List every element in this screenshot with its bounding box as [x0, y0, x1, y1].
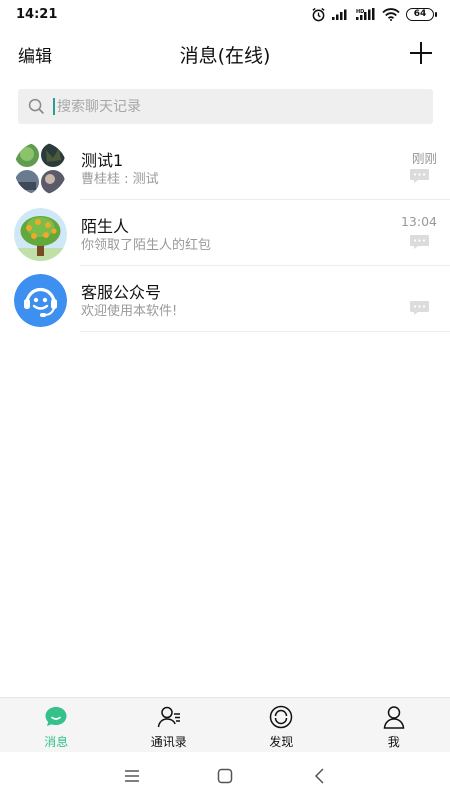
group-photo-avatar [14, 142, 67, 195]
edit-button[interactable]: 编辑 [18, 42, 52, 67]
conversation-preview: 曹桂桂 : 测试 [81, 172, 159, 187]
battery-icon: 64 [406, 7, 437, 21]
tree-avatar [14, 208, 67, 261]
signal-icon [332, 9, 347, 20]
conversation-row[interactable]: 客服公众号 欢迎使用本软件! [0, 266, 450, 332]
contacts-icon [157, 706, 180, 728]
conversation-row[interactable]: 测试1 曹桂桂 : 测试 刚刚 [0, 134, 450, 200]
chat-bubble-icon [45, 707, 67, 726]
conversation-row[interactable]: 陌生人 你领取了陌生人的红包 13:04 [0, 200, 450, 266]
tab-label: 我 [387, 735, 400, 749]
system-nav-bar [0, 752, 450, 800]
search-icon [28, 98, 44, 114]
message-bubble-icon [410, 235, 429, 249]
page-header: 编辑 消息(在线) [0, 28, 450, 80]
row-divider [80, 331, 450, 332]
bottom-tab-bar: 消息 通讯录 发现 我 [0, 697, 450, 752]
status-time: 14:21 [16, 6, 58, 22]
back-icon[interactable] [310, 766, 330, 786]
tab-messages[interactable]: 消息 [0, 698, 113, 752]
signal-hd-icon: HD [356, 8, 375, 20]
status-icons: HD 64 [311, 7, 437, 22]
menu-icon[interactable] [122, 766, 142, 786]
search-bar[interactable] [18, 89, 433, 124]
home-icon[interactable] [215, 766, 235, 786]
headset-avatar [14, 274, 67, 327]
message-bubble-icon [410, 301, 429, 315]
conversation-list: 测试1 曹桂桂 : 测试 刚刚 陌生人 你领取了陌生人的红包 13:04 客服公… [0, 134, 450, 332]
conversation-preview: 欢迎使用本软件! [81, 304, 178, 319]
message-bubble-icon [410, 169, 429, 183]
conversation-time: 13:04 [400, 214, 437, 229]
person-icon [383, 706, 405, 729]
status-bar: 14:21 HD 64 [0, 0, 450, 28]
conversation-time: 刚刚 [411, 151, 437, 166]
page-title: 消息(在线) [179, 44, 271, 67]
svg-text:HD: HD [356, 9, 364, 15]
tab-me[interactable]: 我 [338, 698, 450, 752]
add-icon[interactable] [408, 40, 434, 66]
alarm-icon [312, 7, 325, 21]
tab-label: 通讯录 [150, 735, 187, 749]
conversation-preview: 你领取了陌生人的红包 [81, 238, 212, 253]
wifi-icon [382, 7, 400, 21]
text-cursor [53, 98, 55, 115]
discover-icon [270, 705, 293, 729]
tab-label: 消息 [44, 735, 69, 749]
tab-contacts[interactable]: 通讯录 [113, 698, 226, 752]
search-input[interactable] [57, 98, 387, 115]
tab-discover[interactable]: 发现 [225, 698, 338, 752]
tab-label: 发现 [269, 735, 294, 749]
